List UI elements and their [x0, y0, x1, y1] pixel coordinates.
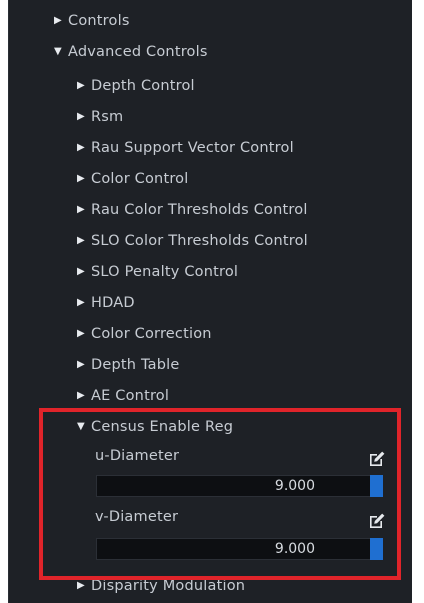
tree-item-hdad[interactable]: ▶ HDAD — [9, 289, 412, 317]
tree-item-label: Depth Control — [91, 78, 195, 94]
tree-item-label: Rau Color Thresholds Control — [91, 202, 308, 218]
collapsed-arrow-icon: ▶ — [77, 235, 85, 246]
collapsed-arrow-icon: ▶ — [77, 297, 85, 308]
tree-item-color-correction[interactable]: ▶ Color Correction — [9, 320, 412, 348]
v-diameter-value: 9.000 — [274, 541, 315, 557]
tree-item-label: Color Correction — [91, 326, 212, 342]
tree-item-advanced-controls[interactable]: ▼ Advanced Controls — [9, 38, 412, 66]
tree-item-label: Census Enable Reg — [91, 419, 234, 435]
tree-item-depth-table[interactable]: ▶ Depth Table — [9, 351, 412, 379]
collapsed-arrow-icon: ▶ — [77, 142, 85, 153]
tree-item-label: Advanced Controls — [68, 44, 208, 60]
tree-item-label: SLO Penalty Control — [91, 264, 239, 280]
edit-icon[interactable] — [368, 450, 386, 468]
tree-item-rsm[interactable]: ▶ Rsm — [9, 103, 412, 131]
tree-item-ae-control[interactable]: ▶ AE Control — [9, 382, 412, 410]
tree-item-color-control[interactable]: ▶ Color Control — [9, 165, 412, 193]
edit-icon[interactable] — [368, 512, 386, 530]
tree-item-rau-color-thresholds-control[interactable]: ▶ Rau Color Thresholds Control — [9, 196, 412, 224]
u-diameter-slider[interactable] — [370, 475, 383, 497]
collapsed-arrow-icon: ▶ — [54, 15, 62, 26]
collapsed-arrow-icon: ▶ — [77, 111, 85, 122]
v-diameter-label: v-Diameter — [95, 509, 179, 525]
tree-item-disparity-modulation[interactable]: ▶ Disparity Modulation — [9, 572, 412, 600]
tree-item-depth-control[interactable]: ▶ Depth Control — [9, 72, 412, 100]
collapsed-arrow-icon: ▶ — [77, 328, 85, 339]
collapsed-arrow-icon: ▶ — [77, 80, 85, 91]
expanded-arrow-icon: ▼ — [77, 421, 85, 432]
tree-item-slo-penalty-control[interactable]: ▶ SLO Penalty Control — [9, 258, 412, 286]
tree-item-label: Color Control — [91, 171, 189, 187]
collapsed-arrow-icon: ▶ — [77, 266, 85, 277]
collapsed-arrow-icon: ▶ — [77, 580, 85, 591]
tree-item-controls[interactable]: ▶ Controls — [9, 7, 412, 35]
tree-item-label: AE Control — [91, 388, 170, 404]
collapsed-arrow-icon: ▶ — [77, 204, 85, 215]
expanded-arrow-icon: ▼ — [54, 46, 62, 57]
collapsed-arrow-icon: ▶ — [77, 173, 85, 184]
tree-item-census-enable-reg[interactable]: ▼ Census Enable Reg — [9, 413, 412, 441]
tree-item-label: Depth Table — [91, 357, 180, 373]
tree-item-label: Disparity Modulation — [91, 578, 246, 594]
u-diameter-input[interactable]: 9.000 — [96, 475, 382, 497]
tree-item-slo-color-thresholds-control[interactable]: ▶ SLO Color Thresholds Control — [9, 227, 412, 255]
tree-item-label: Controls — [68, 13, 130, 29]
collapsed-arrow-icon: ▶ — [77, 390, 85, 401]
collapsed-arrow-icon: ▶ — [77, 359, 85, 370]
v-diameter-input[interactable]: 9.000 — [96, 538, 382, 560]
u-diameter-value: 9.000 — [274, 478, 315, 494]
v-diameter-slider[interactable] — [370, 538, 383, 560]
tree-item-label: SLO Color Thresholds Control — [91, 233, 308, 249]
tree-item-label: Rsm — [91, 109, 124, 125]
tree-item-rau-support-vector-control[interactable]: ▶ Rau Support Vector Control — [9, 134, 412, 162]
tree-item-label: Rau Support Vector Control — [91, 140, 294, 156]
u-diameter-label: u-Diameter — [95, 448, 180, 464]
properties-panel: ▶ Controls ▼ Advanced Controls ▶ Depth C… — [8, 0, 412, 603]
tree-item-label: HDAD — [91, 295, 135, 311]
